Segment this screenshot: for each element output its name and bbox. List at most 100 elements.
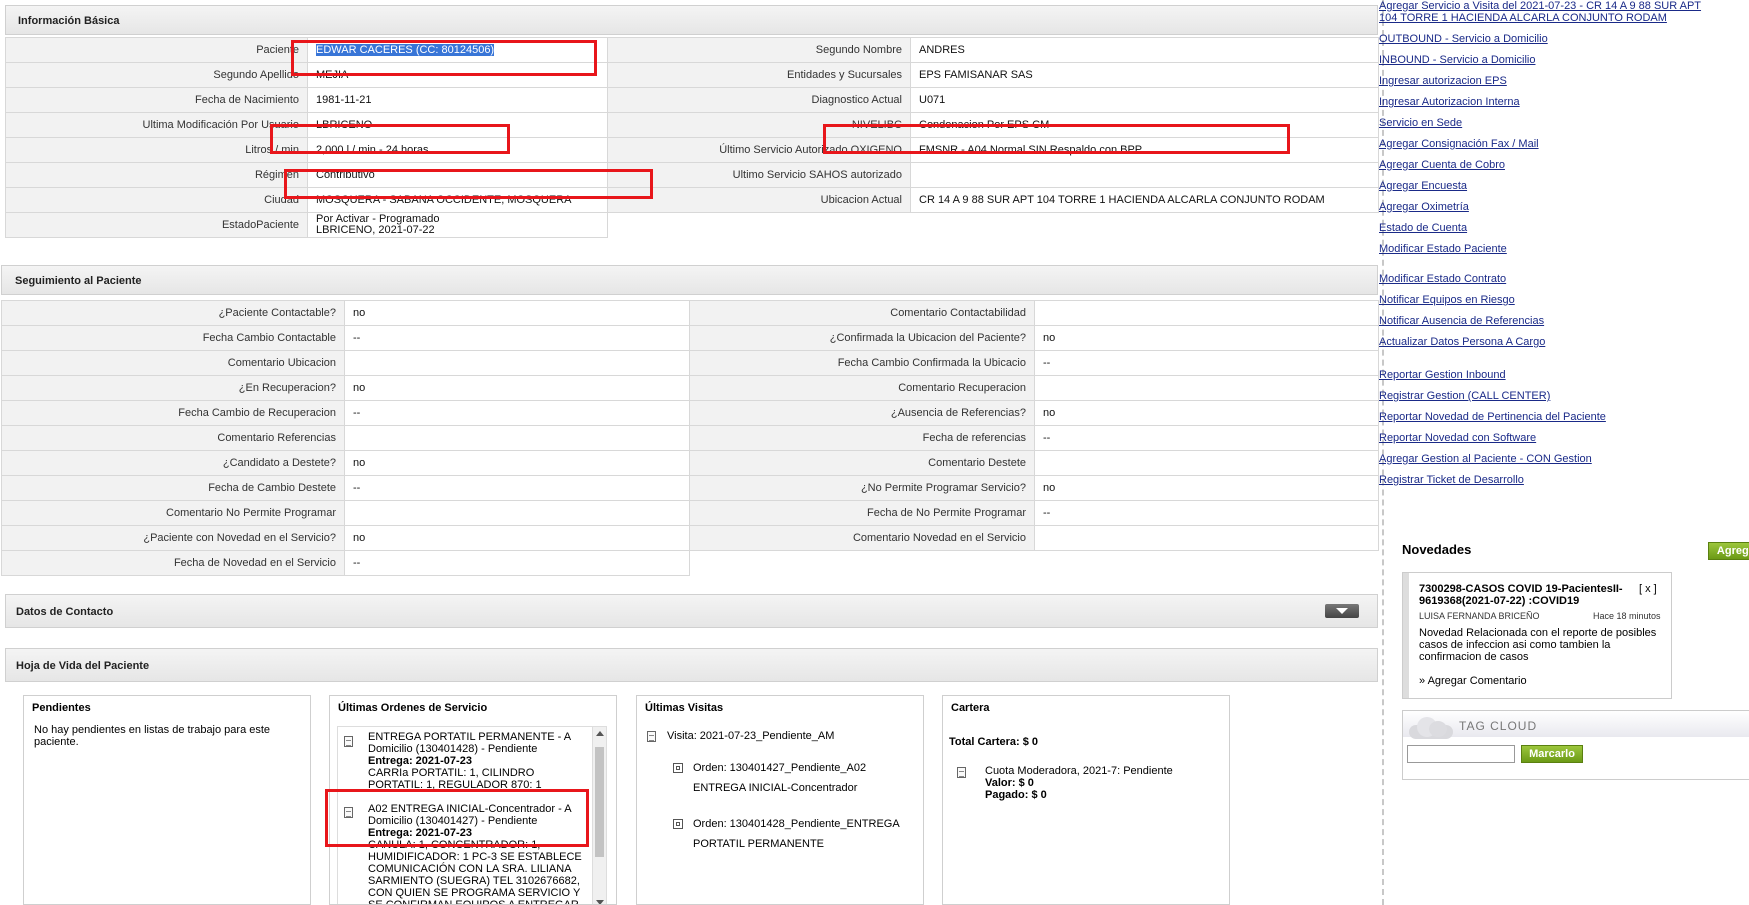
field-label: Comentario Destete <box>689 450 1035 476</box>
sidebar-link[interactable]: Agregar Gestion al Paciente - CON Gestio… <box>1379 453 1592 465</box>
sidebar-link[interactable]: Notificar Ausencia de Referencias <box>1379 315 1544 327</box>
sidebar-link[interactable]: Agregar Servicio a Visita del 2021-07-23… <box>1379 0 1704 24</box>
sidebar-link[interactable]: Modificar Estado Contrato <box>1379 273 1506 285</box>
field-label: Fecha Cambio de Recuperacion <box>1 400 345 426</box>
field-value: no <box>1034 400 1379 426</box>
seguimiento-row: Fecha de Cambio Destete -- ¿No Permite Pro… <box>1 475 1379 501</box>
field-value <box>344 425 690 451</box>
basic-row: Paciente EDWAR CACERES (CC: 80124506) Segu… <box>5 37 1379 63</box>
tag-cloud-header <box>1403 711 1749 737</box>
sidebar-link[interactable]: Agregar Consignación Fax / Mail <box>1379 138 1539 150</box>
seguimiento-row: Comentario No Permite Programar Fecha de … <box>1 500 1379 526</box>
field-value: no <box>344 525 690 551</box>
tag-cloud-box: TAG CLOUD Marcarlo <box>1402 710 1749 780</box>
seguimiento-row: Fecha Cambio de Recuperacion -- ¿Ausencia … <box>1 400 1379 426</box>
field-label: Fecha Cambio Confirmada la Ubicacio <box>689 350 1035 376</box>
empty-cell <box>1035 551 1379 576</box>
scroll-thumb[interactable] <box>595 747 604 857</box>
field-label: Segundo Apellido <box>5 62 308 88</box>
seguimiento-row: Fecha Cambio Contactable -- ¿Confirmada la… <box>1 325 1379 351</box>
sidebar-link[interactable]: Agregar Encuesta <box>1379 180 1467 192</box>
field-label: Entidades y Sucursales <box>607 62 911 88</box>
field-value: U071 <box>910 87 1379 113</box>
pendientes-text: No hay pendientes en listas de trabajo p… <box>34 724 271 748</box>
field-value: -- <box>344 400 690 426</box>
visitas-panel: Últimas Visitas Visita: 2021-07-23_Pendi… <box>636 695 924 905</box>
ordenes-scrollbar[interactable] <box>592 727 606 904</box>
field-label: Segundo Nombre <box>607 37 911 63</box>
field-label: Comentario Novedad en el Servicio <box>689 525 1035 551</box>
field-label: Comentario Recuperacion <box>689 375 1035 401</box>
sidebar-link[interactable]: Reportar Novedad de Pertinencia del Paci… <box>1379 411 1606 423</box>
field-label: ¿Candidato a Destete? <box>1 450 345 476</box>
datos-contacto-header[interactable]: Datos de Contacto <box>5 594 1378 628</box>
visita-entry[interactable]: Visita: 2021-07-23_Pendiente_AM <box>667 730 834 742</box>
field-label: Fecha de Cambio Destete <box>1 475 345 501</box>
field-value: no <box>1034 325 1379 351</box>
field-value: -- <box>344 475 690 501</box>
field-label: Fecha de No Permite Programar <box>689 500 1035 526</box>
expand-dropdown-icon[interactable] <box>1325 604 1359 618</box>
field-value: -- <box>344 550 690 576</box>
sidebar-link[interactable]: Registrar Gestion (CALL CENTER) <box>1379 390 1550 402</box>
tag-input[interactable] <box>1407 745 1515 763</box>
sidebar-link[interactable]: OUTBOUND - Servicio a Domicilio <box>1379 33 1548 45</box>
field-label: Comentario Contactabilidad <box>689 300 1035 326</box>
field-value <box>1034 375 1379 401</box>
field-value: -- <box>1034 350 1379 376</box>
field-label: Fecha de Nacimiento <box>5 87 308 113</box>
field-label: ¿No Permite Programar Servicio? <box>689 475 1035 501</box>
field-label: EstadoPaciente <box>5 212 308 238</box>
tag-cloud-title: TAG CLOUD <box>1459 719 1538 733</box>
sidebar-link[interactable]: Agregar Oximetría <box>1379 201 1469 213</box>
field-label: ¿Confirmada la Ubicacion del Paciente? <box>689 325 1035 351</box>
agregar-novedad-button[interactable]: Agregar <box>1708 542 1749 560</box>
field-value: no <box>344 300 690 326</box>
sidebar-link[interactable]: Reportar Novedad con Software <box>1379 432 1536 444</box>
orden-detail: CARRIa PORTATIL: 1, CILINDRO PORTATIL: 1… <box>368 767 542 791</box>
sidebar-link[interactable]: Agregar Cuenta de Cobro <box>1379 159 1505 171</box>
seguimiento-row: Fecha de Novedad en el Servicio -- <box>1 550 1379 576</box>
field-label: Diagnostico Actual <box>607 87 911 113</box>
field-value <box>1034 450 1379 476</box>
agregar-comentario-link[interactable]: » Agregar Comentario <box>1419 675 1527 687</box>
scroll-up-icon[interactable] <box>596 731 604 736</box>
cloud-icon <box>1409 717 1453 739</box>
novedad-title[interactable]: 7300298-CASOS COVID 19-PacientesII-96193… <box>1419 583 1624 607</box>
sidebar-link[interactable]: Ingresar autorizacion EPS <box>1379 75 1507 87</box>
sidebar-link[interactable]: INBOUND - Servicio a Domicilio <box>1379 54 1535 66</box>
field-label: ¿Paciente Contactable? <box>1 300 345 326</box>
cartera-cuota: Cuota Moderadora, 2021-7: Pendiente <box>985 765 1173 777</box>
visita-orden-2[interactable]: Orden: 130401428_Pendiente_ENTREGA PORTA… <box>693 814 917 854</box>
field-label: Ciudad <box>5 187 308 213</box>
basic-row: Segundo Apellido MEJIA Entidades y Sucursa… <box>5 62 1379 88</box>
seguimiento-row: ¿Candidato a Destete? no Comentario Destet… <box>1 450 1379 476</box>
sidebar-link[interactable]: Notificar Equipos en Riesgo <box>1379 294 1515 306</box>
visita-orden-1[interactable]: Orden: 130401427_Pendiente_A02 ENTREGA I… <box>693 758 917 798</box>
scroll-down-icon[interactable] <box>596 900 604 904</box>
seguimiento-row: ¿Paciente con Novedad en el Servicio? no C… <box>1 525 1379 551</box>
field-label: Comentario No Permite Programar <box>1 500 345 526</box>
sidebar-link[interactable]: Reportar Gestion Inbound <box>1379 369 1506 381</box>
novedad-user: LUISA FERNANDA BRICEÑO <box>1419 611 1540 621</box>
field-value: ANDRES <box>910 37 1379 63</box>
field-label: Fecha Cambio Contactable <box>1 325 345 351</box>
sidebar-link[interactable]: Ingresar Autorizacion Interna <box>1379 96 1520 108</box>
sidebar-link[interactable]: Estado de Cuenta <box>1379 222 1467 234</box>
document-icon <box>647 731 656 742</box>
sidebar-link[interactable]: Actualizar Datos Persona A Cargo <box>1379 336 1545 348</box>
orden-entrega: Entrega: 2021-07-23 <box>368 755 472 767</box>
sidebar-link[interactable]: Modificar Estado Paciente <box>1379 243 1507 255</box>
sidebar-link[interactable]: Registrar Ticket de Desarrollo <box>1379 474 1524 486</box>
novedad-close-icon[interactable]: [ x ] <box>1639 583 1657 595</box>
orden-detail: CANULA: 1, CONCENTRADOR: 1, HUMIDIFICADO… <box>368 839 582 905</box>
field-label: Fecha de referencias <box>689 425 1035 451</box>
sidebar-link[interactable]: Servicio en Sede <box>1379 117 1462 129</box>
marcarlo-button[interactable]: Marcarlo <box>1521 745 1583 763</box>
field-value <box>910 162 1379 188</box>
field-label: Fecha de Novedad en el Servicio <box>1 550 345 576</box>
estado-paciente-value: Por Activar - Programado LBRICENO, 2021-0… <box>307 212 608 238</box>
seguimiento-row: Comentario Ubicacion Fecha Cambio Confirm… <box>1 350 1379 376</box>
field-value: -- <box>1034 500 1379 526</box>
document-icon <box>957 767 966 778</box>
